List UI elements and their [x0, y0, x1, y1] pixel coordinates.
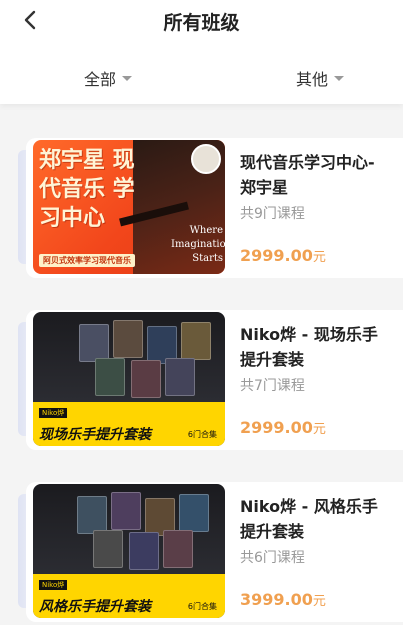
- thumbnail-tag: Niko烨: [39, 408, 68, 418]
- instructor-avatar: [191, 144, 221, 174]
- banner-bundle-count: 6门合集: [187, 430, 217, 439]
- collage-tile: [181, 322, 211, 360]
- collage-tile: [77, 496, 107, 534]
- thumbnail-tag: Niko烨: [39, 580, 68, 590]
- filter-other-dropdown[interactable]: 其他: [296, 66, 345, 90]
- top-bar: 所有班级 全部 其他: [0, 0, 403, 104]
- caret-down-icon: [334, 75, 345, 81]
- course-card[interactable]: Niko烨 现场乐手提升套装 6门合集 Niko烨 - 现场乐手提升套装 共7门…: [18, 304, 403, 454]
- caret-down-icon: [122, 75, 133, 81]
- course-name[interactable]: Niko烨 - 现场乐手提升套装: [240, 322, 390, 372]
- course-info: Niko烨 - 现场乐手提升套装 共7门课程: [240, 322, 390, 395]
- collage-tile: [165, 358, 195, 396]
- thumbnail-headline: 郑宇星 现代音乐 学习中心: [39, 148, 135, 231]
- collage-tile: [95, 358, 125, 396]
- course-thumbnail[interactable]: Niko烨 风格乐手提升套装 6门合集: [33, 484, 225, 618]
- thumbnail-strip: 阿贝式效率学习现代音乐: [39, 254, 135, 267]
- collage-tile: [131, 360, 161, 398]
- course-name[interactable]: 现代音乐学习中心-郑宇星: [240, 150, 390, 200]
- filter-all-label: 全部: [84, 70, 117, 89]
- banner-title: 风格乐手提升套装: [39, 599, 151, 615]
- banner-title: 现场乐手提升套装: [39, 427, 151, 443]
- collage-tile: [93, 530, 123, 568]
- price-unit: 元: [312, 422, 326, 437]
- course-thumbnail[interactable]: Niko烨 现场乐手提升套装 6门合集: [33, 312, 225, 446]
- price-value: 3999.00: [240, 590, 313, 609]
- course-card[interactable]: Niko烨 风格乐手提升套装 6门合集 Niko烨 - 风格乐手提升套装 共6门…: [18, 476, 403, 625]
- collage-tile: [113, 320, 143, 358]
- page-title: 所有班级: [163, 12, 240, 34]
- thumbnail-tagline: Where Imagination Starts: [171, 225, 225, 264]
- course-name[interactable]: Niko烨 - 风格乐手提升套装: [240, 494, 390, 544]
- price-value: 2999.00: [240, 418, 313, 437]
- course-thumbnail[interactable]: 郑宇星 现代音乐 学习中心 Where Imagination Starts 阿…: [33, 140, 225, 274]
- collage-tile: [163, 530, 193, 568]
- course-info: 现代音乐学习中心-郑宇星 共9门课程: [240, 150, 390, 223]
- collage-tile: [129, 532, 159, 570]
- course-price: 3999.00元: [240, 590, 326, 609]
- filter-other-label: 其他: [296, 70, 329, 89]
- course-price: 2999.00元: [240, 418, 326, 437]
- course-count: 共7门课程: [240, 378, 305, 394]
- price-unit: 元: [312, 594, 326, 609]
- collage-tile: [179, 494, 209, 532]
- course-price: 2999.00元: [240, 246, 326, 265]
- price-unit: 元: [312, 250, 326, 265]
- price-value: 2999.00: [240, 246, 313, 265]
- collage-tile: [111, 492, 141, 530]
- collage-tile: [79, 324, 109, 362]
- course-count: 共6门课程: [240, 550, 305, 566]
- banner-bundle-count: 6门合集: [187, 602, 217, 611]
- filter-all-dropdown[interactable]: 全部: [84, 66, 133, 90]
- course-count: 共9门课程: [240, 206, 305, 222]
- course-card[interactable]: 郑宇星 现代音乐 学习中心 Where Imagination Starts 阿…: [18, 132, 403, 282]
- course-info: Niko烨 - 风格乐手提升套装 共6门课程: [240, 494, 390, 567]
